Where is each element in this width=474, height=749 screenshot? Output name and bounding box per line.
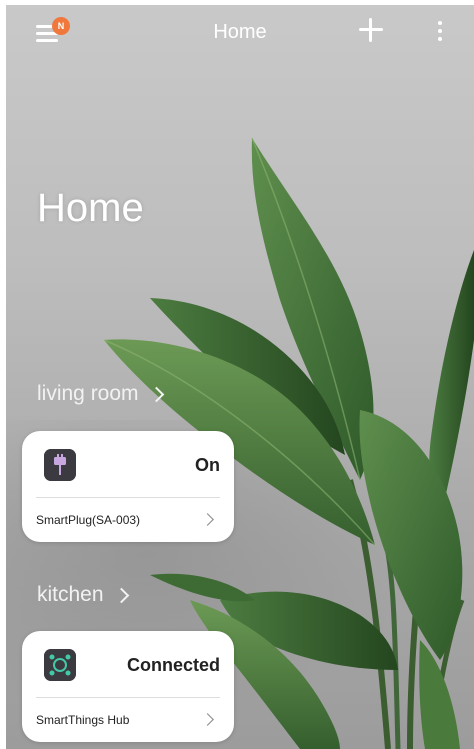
smart-plug-icon (44, 449, 76, 481)
chevron-right-icon (113, 587, 129, 603)
card-divider (36, 497, 220, 498)
device-name: SmartThings Hub (36, 713, 130, 727)
device-card-smartplug[interactable]: On SmartPlug(SA-003) (22, 431, 234, 542)
room-name: kitchen (37, 583, 104, 606)
chevron-right-icon (201, 713, 214, 726)
smartthings-hub-icon (44, 649, 76, 681)
more-options-button[interactable] (430, 17, 450, 45)
device-status: Connected (126, 655, 220, 675)
card-divider (36, 697, 220, 698)
top-bar-title: Home (213, 21, 267, 43)
chevron-right-icon (148, 386, 164, 402)
room-name: living room (37, 382, 139, 405)
top-bar: N Home (6, 5, 474, 57)
left-border (0, 0, 6, 749)
chevron-right-icon (201, 513, 214, 526)
add-button[interactable] (356, 15, 386, 45)
room-link-living-room[interactable]: living room (37, 382, 164, 406)
device-status: On (195, 455, 220, 475)
page-title: Home (37, 186, 144, 230)
device-card-smartthings-hub[interactable]: Connected SmartThings Hub (22, 631, 234, 742)
room-link-kitchen[interactable]: kitchen (37, 583, 129, 607)
device-name: SmartPlug(SA-003) (36, 513, 141, 527)
home-screen: N Home Home living room On SmartPlug(SA-… (0, 0, 474, 749)
